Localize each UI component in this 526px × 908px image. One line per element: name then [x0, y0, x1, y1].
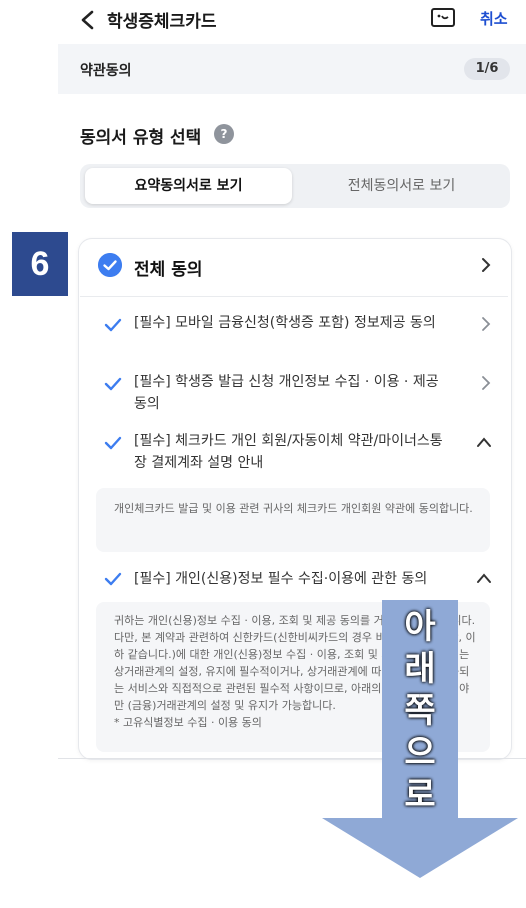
check-circle-icon[interactable]	[98, 253, 122, 277]
arrow-down-icon	[322, 818, 518, 878]
scroll-down-annotation: 아 래 쪽 으 로	[376, 606, 464, 816]
agree-all-label[interactable]: 전체 동의	[134, 255, 202, 280]
chevron-right-icon[interactable]	[480, 315, 492, 337]
annotation-char: 아	[404, 607, 436, 647]
agreement-item-1[interactable]: [필수] 모바일 금융신청(학생증 포함) 정보제공 동의	[134, 312, 444, 334]
cancel-button[interactable]: 취소	[480, 8, 508, 29]
chat-help-icon[interactable]	[430, 6, 456, 30]
check-icon[interactable]	[104, 318, 122, 332]
chevron-right-icon[interactable]	[480, 374, 492, 396]
step-counter-badge: 1/6	[464, 58, 510, 80]
agreement-item-4[interactable]: [필수] 개인(신용)정보 필수 수집·이용에 관한 동의	[134, 568, 474, 590]
step-label: 약관동의	[80, 63, 132, 79]
tab-summary-agreement[interactable]: 요약동의서로 보기	[85, 168, 292, 204]
back-icon[interactable]	[76, 5, 100, 35]
check-icon[interactable]	[104, 377, 122, 391]
check-icon[interactable]	[104, 572, 122, 586]
divider	[80, 296, 508, 297]
annotation-char: 로	[404, 775, 436, 815]
agreement-detail-text: 개인체크카드 발급 및 이용 관련 귀사의 체크카드 개인회원 약관에 동의합니…	[114, 502, 473, 515]
check-icon[interactable]	[104, 436, 122, 450]
chevron-right-icon[interactable]	[480, 256, 492, 278]
chevron-up-icon[interactable]	[476, 434, 492, 453]
agreement-item-2[interactable]: [필수] 학생증 발급 신청 개인정보 수집 · 이용 · 제공 동의	[134, 371, 444, 415]
chevron-up-icon[interactable]	[476, 570, 492, 589]
page-title: 학생증체크카드	[107, 12, 217, 32]
tab-full-agreement[interactable]: 전체동의서로 보기	[298, 168, 505, 204]
help-icon[interactable]: ?	[214, 124, 234, 144]
agreement-item-3[interactable]: [필수] 체크카드 개인 회원/자동이체 약관/마이너스통장 결제계좌 설명 안…	[134, 430, 444, 474]
section-title: 동의서 유형 선택	[80, 128, 202, 148]
annotation-char: 래	[404, 649, 436, 689]
step-number-badge: 6	[12, 232, 68, 296]
annotation-char: 으	[404, 733, 436, 773]
agreement-detail-box	[96, 488, 490, 552]
annotation-char: 쪽	[404, 691, 436, 731]
